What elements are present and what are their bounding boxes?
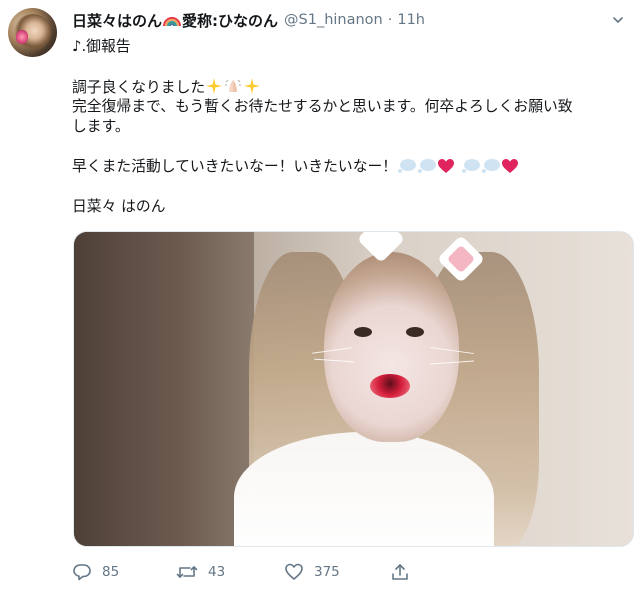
tweet-line-gap (72, 57, 628, 77)
display-name[interactable]: 日菜々はのん 愛称:ひなのん (72, 10, 278, 31)
thought-bubble-icon (461, 158, 481, 180)
reply-button[interactable]: 85 (72, 561, 119, 583)
retweet-button[interactable]: 43 (176, 561, 225, 583)
tweet-line: 完全復帰まで、もう暫くお待たせするかと思います。何卒よろしくお願い致 (72, 98, 573, 115)
photo-lips (370, 374, 410, 398)
tweet-line: します。 (72, 118, 130, 135)
display-name-part-1: 日菜々はのん (72, 11, 163, 30)
reply-icon (73, 564, 91, 581)
heart-icon (285, 563, 303, 580)
tweet-actions: 85 43 375 (72, 561, 472, 583)
tweet-time[interactable]: 11h (397, 12, 425, 28)
photo-face (324, 252, 459, 442)
rainbow-icon (163, 15, 182, 27)
share-button[interactable] (390, 561, 410, 583)
chevron-down-icon[interactable] (612, 14, 624, 26)
user-handle[interactable]: @S1_hinanon (284, 12, 383, 28)
share-icon (392, 564, 408, 580)
like-count: 375 (314, 564, 340, 580)
tweet-line-with-emoji: 早くまた活動していきたいなー！いきたいなー！ (72, 157, 628, 177)
tweet-line-with-emoji: 調子良くなりました (72, 77, 628, 97)
avatar[interactable] (8, 8, 57, 57)
tweet-line-gap (72, 137, 628, 157)
like-button[interactable]: 375 (284, 561, 340, 583)
tweet-text: ♪.御報告 調子良くなりました 完全復帰まで、もう暫くお待たせするかと思います。… (72, 37, 628, 217)
photo-eye-right (406, 327, 424, 337)
retweet-icon (176, 566, 198, 578)
display-name-part-2: 愛称:ひなのん (182, 11, 279, 30)
photo-eye-left (354, 327, 372, 337)
thought-bubble-icon (417, 158, 437, 180)
tweet-header: 日菜々はのん 愛称:ひなのん @S1_hinanon · 11h (72, 8, 620, 32)
reply-count: 85 (102, 564, 120, 580)
tweet-signature: 日菜々 はのん (72, 198, 166, 215)
tweet-card[interactable]: 日菜々はのん 愛称:ひなのん @S1_hinanon · 11h ♪.御報告 調子… (0, 0, 640, 593)
thought-bubble-icon (397, 158, 417, 180)
thought-bubble-icon (481, 158, 501, 180)
tweet-line-gap (72, 177, 628, 197)
tweet-line: 調子良くなりました (72, 79, 206, 96)
retweet-count: 43 (208, 564, 226, 580)
avatar-flower (16, 30, 28, 44)
tweet-line: 早くまた活動していきたいなー！いきたいなー！ (72, 158, 398, 175)
tweet-photo[interactable] (73, 231, 634, 547)
header-separator: · (387, 12, 393, 28)
tweet-line: ♪.御報告 (72, 38, 131, 55)
photo-door (74, 232, 254, 546)
red-heart-icon (501, 158, 519, 180)
red-heart-icon (437, 158, 455, 180)
